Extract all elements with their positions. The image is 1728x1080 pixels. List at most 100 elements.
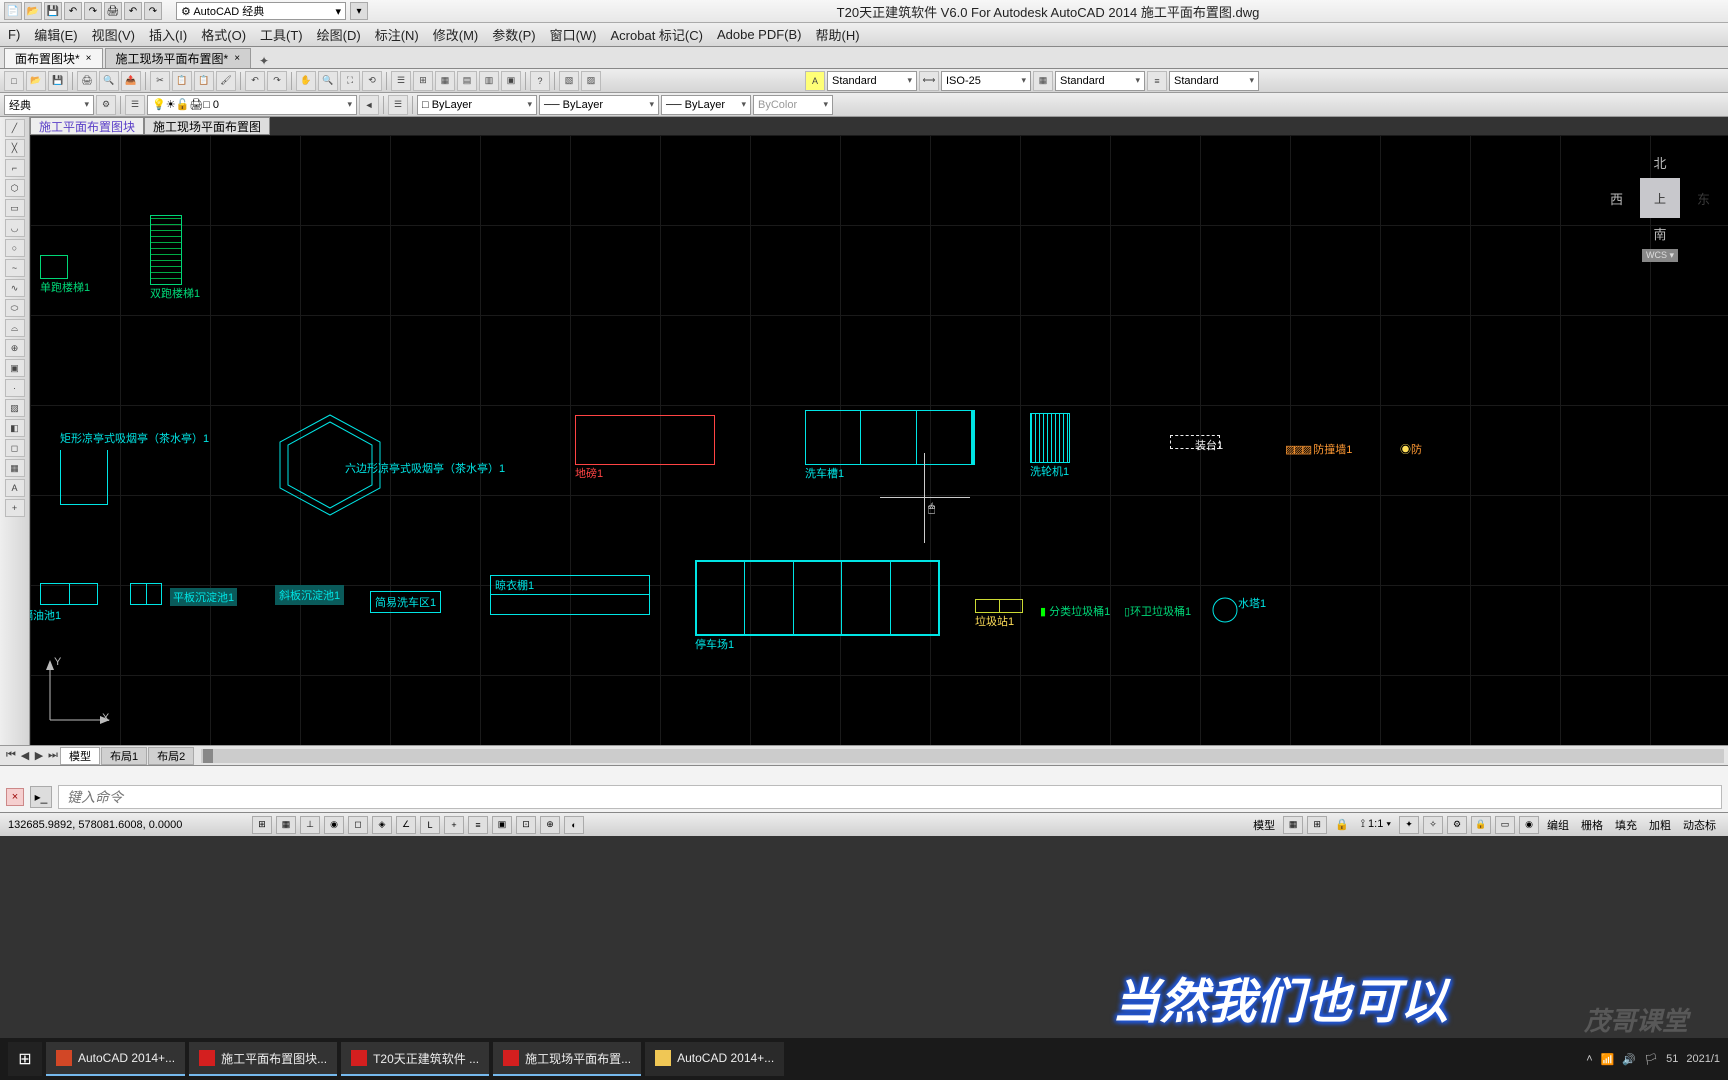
tray-date[interactable]: 2021/1 [1686, 1053, 1720, 1065]
save-icon[interactable]: 💾 [48, 71, 68, 91]
rectangle-icon[interactable]: ▭ [5, 199, 25, 217]
toolpalette-icon[interactable]: ▦ [435, 71, 455, 91]
grid2-icon[interactable]: ▦ [1283, 816, 1303, 834]
dim-icon[interactable]: ⟷ [919, 71, 939, 91]
tab-first-icon[interactable]: ⏮ [4, 749, 18, 762]
layer-prev-icon[interactable]: ◄ [359, 95, 379, 115]
lock-icon[interactable]: 🔒 [1471, 816, 1491, 834]
lwt-icon[interactable]: ≡ [468, 816, 488, 834]
tpy-icon[interactable]: ▣ [492, 816, 512, 834]
viewcube-east[interactable]: 东 [1697, 189, 1710, 208]
region-icon[interactable]: ◻ [5, 439, 25, 457]
bold-label[interactable]: 加粗 [1645, 817, 1675, 833]
color-dropdown[interactable]: □ ByLayer▾ [417, 95, 537, 115]
layer-state-icon[interactable]: ☰ [388, 95, 408, 115]
annoviz-icon[interactable]: ✧ [1423, 816, 1443, 834]
tab-last-icon[interactable]: ⏭ [46, 749, 60, 762]
scale-value[interactable]: ⟟ 1:1 ▾ [1357, 818, 1395, 831]
text-style-dropdown[interactable]: Standard▾ [827, 71, 917, 91]
network-icon[interactable]: 📶 [1601, 1053, 1615, 1066]
taskbar-item[interactable]: T20天正建筑软件 ... [341, 1042, 489, 1076]
print-icon[interactable]: 🖨 [77, 71, 97, 91]
arc-icon[interactable]: ◡ [5, 219, 25, 237]
h-scrollbar[interactable] [201, 749, 1724, 763]
annotation-btn[interactable]: 🔒 [1331, 818, 1353, 831]
taskbar-item[interactable]: 施工现场平面布置... [493, 1042, 641, 1076]
redo-icon[interactable]: ↷ [267, 71, 287, 91]
polygon-icon[interactable]: ⬡ [5, 179, 25, 197]
menu-parametric[interactable]: 参数(P) [492, 25, 535, 44]
layout-tab-model[interactable]: 模型 [60, 747, 100, 765]
isolate-icon[interactable]: ◉ [1519, 816, 1539, 834]
volume-icon[interactable]: 🔊 [1622, 1053, 1636, 1066]
taskbar-item[interactable]: AutoCAD 2014+... [46, 1042, 185, 1076]
viewcube-west[interactable]: 西 [1610, 189, 1623, 208]
qat-more-icon[interactable]: ▾ [350, 2, 368, 20]
dim-style-dropdown[interactable]: ISO-25▾ [941, 71, 1031, 91]
layer-dropdown[interactable]: 💡☀🔓🖨□ 0▾ [147, 95, 357, 115]
save-icon[interactable]: 💾 [44, 2, 62, 20]
close-icon[interactable]: × [234, 53, 240, 64]
close-icon[interactable]: × [86, 53, 92, 64]
file-tab-add[interactable]: ✦ [253, 54, 275, 68]
menu-dimension[interactable]: 标注(N) [375, 25, 419, 44]
gradient-icon[interactable]: ◧ [5, 419, 25, 437]
sc-icon[interactable]: ⊕ [540, 816, 560, 834]
ws-switch-icon[interactable]: ⚙ [1447, 816, 1467, 834]
undo2-icon[interactable]: ↶ [124, 2, 142, 20]
paste-icon[interactable]: 📋 [194, 71, 214, 91]
menu-window[interactable]: 窗口(W) [550, 25, 597, 44]
point-icon[interactable]: · [5, 379, 25, 397]
viewcube[interactable]: 北 西 上 东 南 WCS ▾ [1610, 153, 1710, 283]
ortho-icon[interactable]: ⊥ [300, 816, 320, 834]
file-tab[interactable]: 施工现场平面布置图*× [105, 48, 252, 68]
mtext-icon[interactable]: A [5, 479, 25, 497]
cut-icon[interactable]: ✂ [150, 71, 170, 91]
tab-prev-icon[interactable]: ◀ [18, 749, 32, 762]
insert-icon[interactable]: ⊕ [5, 339, 25, 357]
tray-time[interactable]: 51 [1666, 1053, 1678, 1065]
doc-tab[interactable]: 施工现场平面布置图 [144, 117, 270, 135]
ducs-icon[interactable]: L [420, 816, 440, 834]
menu-insert[interactable]: 插入(I) [149, 25, 187, 44]
group-label[interactable]: 编组 [1543, 817, 1573, 833]
model-button[interactable]: 模型 [1249, 817, 1279, 833]
am-icon[interactable]: ◐ [564, 816, 584, 834]
redo2-icon[interactable]: ↷ [144, 2, 162, 20]
menu-modify[interactable]: 修改(M) [433, 25, 479, 44]
file-tab[interactable]: 面布置图块*× [4, 48, 103, 68]
zoomwin-icon[interactable]: ⛶ [340, 71, 360, 91]
otrack-icon[interactable]: ∠ [396, 816, 416, 834]
calc-icon[interactable]: ▣ [501, 71, 521, 91]
menu-format[interactable]: 格式(O) [201, 25, 246, 44]
addsel-icon[interactable]: + [5, 499, 25, 517]
designcenter-icon[interactable]: ⊞ [413, 71, 433, 91]
menu-draw[interactable]: 绘图(D) [317, 25, 361, 44]
dyn-icon[interactable]: + [444, 816, 464, 834]
gear-icon[interactable]: ⚙ [96, 95, 116, 115]
line-icon[interactable]: ╱ [5, 119, 25, 137]
snap-icon[interactable]: ⊞ [252, 816, 272, 834]
multileader-style-dropdown[interactable]: Standard▾ [1169, 71, 1259, 91]
tab-next-icon[interactable]: ▶ [32, 749, 46, 762]
undo-icon[interactable]: ↶ [245, 71, 265, 91]
hw-icon[interactable]: ▭ [1495, 816, 1515, 834]
block-icon[interactable]: ▣ [5, 359, 25, 377]
command-prompt-icon[interactable]: ▸_ [30, 786, 52, 808]
polyline-icon[interactable]: ⌐ [5, 159, 25, 177]
xline-icon[interactable]: ╳ [5, 139, 25, 157]
workspace-dropdown[interactable]: ⚙ AutoCAD 经典 ▾ [176, 2, 346, 20]
command-input[interactable] [58, 785, 1722, 809]
layer-mgr-icon[interactable]: ☰ [125, 95, 145, 115]
block-icon[interactable]: ▧ [559, 71, 579, 91]
help-icon[interactable]: ? [530, 71, 550, 91]
grid-icon[interactable]: ▦ [276, 816, 296, 834]
menu-file[interactable]: F) [8, 27, 20, 42]
open-icon[interactable]: 📂 [26, 71, 46, 91]
layout-tab[interactable]: 布局1 [101, 747, 147, 765]
table-icon[interactable]: ▦ [1033, 71, 1053, 91]
menu-adobepdf[interactable]: Adobe PDF(B) [717, 27, 802, 42]
revcloud-icon[interactable]: ~ [5, 259, 25, 277]
3dosnap-icon[interactable]: ◈ [372, 816, 392, 834]
ellarc-icon[interactable]: ⌓ [5, 319, 25, 337]
